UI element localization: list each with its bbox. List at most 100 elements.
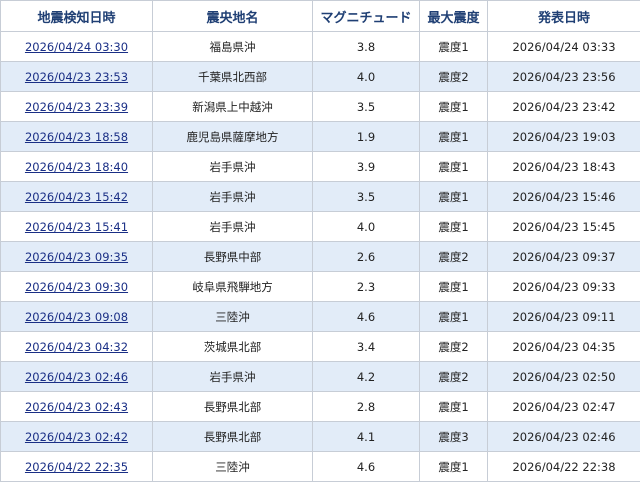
- detected-time-cell: 2026/04/22 22:35: [1, 452, 153, 482]
- detected-time-cell: 2026/04/23 02:42: [1, 422, 153, 452]
- detected-time-link[interactable]: 2026/04/23 02:46: [25, 370, 128, 384]
- magnitude-cell: 3.8: [313, 32, 420, 62]
- table-row: 2026/04/23 04:32 茨城県北部 3.4 震度2 2026/04/2…: [1, 332, 640, 362]
- detected-time-link[interactable]: 2026/04/22 22:35: [25, 460, 128, 474]
- detected-time-link[interactable]: 2026/04/24 03:30: [25, 40, 128, 54]
- table-row: 2026/04/23 09:30 岐阜県飛騨地方 2.3 震度1 2026/04…: [1, 272, 640, 302]
- detected-time-cell: 2026/04/23 18:40: [1, 152, 153, 182]
- detected-time-link[interactable]: 2026/04/23 23:53: [25, 70, 128, 84]
- detected-time-link[interactable]: 2026/04/23 02:43: [25, 400, 128, 414]
- epicenter-cell: 長野県北部: [153, 392, 313, 422]
- announced-time-cell: 2026/04/23 02:47: [488, 392, 640, 422]
- earthquake-table: 地震検知日時 震央地名 マグニチュード 最大震度 発表日時 2026/04/24…: [0, 0, 640, 482]
- epicenter-cell: 岩手県沖: [153, 212, 313, 242]
- header-epicenter[interactable]: 震央地名: [153, 1, 313, 32]
- announced-time-cell: 2026/04/23 02:50: [488, 362, 640, 392]
- table-row: 2026/04/23 18:40 岩手県沖 3.9 震度1 2026/04/23…: [1, 152, 640, 182]
- table-header: 地震検知日時 震央地名 マグニチュード 最大震度 発表日時: [1, 1, 640, 32]
- magnitude-cell: 3.5: [313, 182, 420, 212]
- announced-time-cell: 2026/04/23 09:37: [488, 242, 640, 272]
- detected-time-link[interactable]: 2026/04/23 09:35: [25, 250, 128, 264]
- table-body: 2026/04/24 03:30 福島県沖 3.8 震度1 2026/04/24…: [1, 32, 640, 482]
- magnitude-cell: 4.6: [313, 302, 420, 332]
- epicenter-cell: 岩手県沖: [153, 152, 313, 182]
- magnitude-cell: 3.4: [313, 332, 420, 362]
- detected-time-cell: 2026/04/23 04:32: [1, 332, 153, 362]
- announced-time-cell: 2026/04/23 15:46: [488, 182, 640, 212]
- announced-time-cell: 2026/04/22 22:38: [488, 452, 640, 482]
- detected-time-link[interactable]: 2026/04/23 18:58: [25, 130, 128, 144]
- epicenter-cell: 三陸沖: [153, 302, 313, 332]
- announced-time-cell: 2026/04/23 04:35: [488, 332, 640, 362]
- max-intensity-cell: 震度1: [420, 92, 488, 122]
- epicenter-cell: 三陸沖: [153, 452, 313, 482]
- detected-time-link[interactable]: 2026/04/23 15:41: [25, 220, 128, 234]
- magnitude-cell: 3.9: [313, 152, 420, 182]
- detected-time-cell: 2026/04/23 02:46: [1, 362, 153, 392]
- announced-time-cell: 2026/04/24 03:33: [488, 32, 640, 62]
- epicenter-cell: 福島県沖: [153, 32, 313, 62]
- magnitude-cell: 1.9: [313, 122, 420, 152]
- detected-time-cell: 2026/04/23 15:42: [1, 182, 153, 212]
- magnitude-cell: 2.3: [313, 272, 420, 302]
- max-intensity-cell: 震度1: [420, 152, 488, 182]
- epicenter-cell: 岩手県沖: [153, 182, 313, 212]
- table-row: 2026/04/23 02:42 長野県北部 4.1 震度3 2026/04/2…: [1, 422, 640, 452]
- announced-time-cell: 2026/04/23 18:43: [488, 152, 640, 182]
- max-intensity-cell: 震度1: [420, 212, 488, 242]
- magnitude-cell: 4.6: [313, 452, 420, 482]
- magnitude-cell: 4.1: [313, 422, 420, 452]
- magnitude-cell: 4.0: [313, 212, 420, 242]
- detected-time-link[interactable]: 2026/04/23 04:32: [25, 340, 128, 354]
- header-announced-time[interactable]: 発表日時: [488, 1, 640, 32]
- table-row: 2026/04/23 15:42 岩手県沖 3.5 震度1 2026/04/23…: [1, 182, 640, 212]
- magnitude-cell: 2.8: [313, 392, 420, 422]
- table-row: 2026/04/23 18:58 鹿児島県薩摩地方 1.9 震度1 2026/0…: [1, 122, 640, 152]
- max-intensity-cell: 震度2: [420, 242, 488, 272]
- detected-time-link[interactable]: 2026/04/23 18:40: [25, 160, 128, 174]
- magnitude-cell: 3.5: [313, 92, 420, 122]
- table-row: 2026/04/23 09:08 三陸沖 4.6 震度1 2026/04/23 …: [1, 302, 640, 332]
- max-intensity-cell: 震度2: [420, 62, 488, 92]
- max-intensity-cell: 震度1: [420, 122, 488, 152]
- detected-time-cell: 2026/04/23 23:53: [1, 62, 153, 92]
- magnitude-cell: 4.2: [313, 362, 420, 392]
- announced-time-cell: 2026/04/23 15:45: [488, 212, 640, 242]
- table-row: 2026/04/23 02:43 長野県北部 2.8 震度1 2026/04/2…: [1, 392, 640, 422]
- header-row: 地震検知日時 震央地名 マグニチュード 最大震度 発表日時: [1, 1, 640, 32]
- detected-time-cell: 2026/04/23 15:41: [1, 212, 153, 242]
- announced-time-cell: 2026/04/23 02:46: [488, 422, 640, 452]
- max-intensity-cell: 震度1: [420, 272, 488, 302]
- detected-time-link[interactable]: 2026/04/23 02:42: [25, 430, 128, 444]
- table-row: 2026/04/23 15:41 岩手県沖 4.0 震度1 2026/04/23…: [1, 212, 640, 242]
- header-max-intensity[interactable]: 最大震度: [420, 1, 488, 32]
- detected-time-link[interactable]: 2026/04/23 15:42: [25, 190, 128, 204]
- detected-time-cell: 2026/04/23 09:35: [1, 242, 153, 272]
- max-intensity-cell: 震度1: [420, 302, 488, 332]
- table-row: 2026/04/23 23:39 新潟県上中越沖 3.5 震度1 2026/04…: [1, 92, 640, 122]
- epicenter-cell: 岐阜県飛騨地方: [153, 272, 313, 302]
- header-detected-time[interactable]: 地震検知日時: [1, 1, 153, 32]
- max-intensity-cell: 震度2: [420, 332, 488, 362]
- detected-time-cell: 2026/04/23 18:58: [1, 122, 153, 152]
- detected-time-link[interactable]: 2026/04/23 09:08: [25, 310, 128, 324]
- table-row: 2026/04/24 03:30 福島県沖 3.8 震度1 2026/04/24…: [1, 32, 640, 62]
- announced-time-cell: 2026/04/23 23:56: [488, 62, 640, 92]
- table-row: 2026/04/23 09:35 長野県中部 2.6 震度2 2026/04/2…: [1, 242, 640, 272]
- max-intensity-cell: 震度1: [420, 452, 488, 482]
- max-intensity-cell: 震度1: [420, 32, 488, 62]
- table-row: 2026/04/22 22:35 三陸沖 4.6 震度1 2026/04/22 …: [1, 452, 640, 482]
- header-magnitude[interactable]: マグニチュード: [313, 1, 420, 32]
- announced-time-cell: 2026/04/23 23:42: [488, 92, 640, 122]
- detected-time-cell: 2026/04/23 09:08: [1, 302, 153, 332]
- table-row: 2026/04/23 23:53 千葉県北西部 4.0 震度2 2026/04/…: [1, 62, 640, 92]
- detected-time-link[interactable]: 2026/04/23 09:30: [25, 280, 128, 294]
- epicenter-cell: 新潟県上中越沖: [153, 92, 313, 122]
- max-intensity-cell: 震度1: [420, 392, 488, 422]
- detected-time-link[interactable]: 2026/04/23 23:39: [25, 100, 128, 114]
- detected-time-cell: 2026/04/23 23:39: [1, 92, 153, 122]
- epicenter-cell: 千葉県北西部: [153, 62, 313, 92]
- magnitude-cell: 4.0: [313, 62, 420, 92]
- detected-time-cell: 2026/04/24 03:30: [1, 32, 153, 62]
- detected-time-cell: 2026/04/23 02:43: [1, 392, 153, 422]
